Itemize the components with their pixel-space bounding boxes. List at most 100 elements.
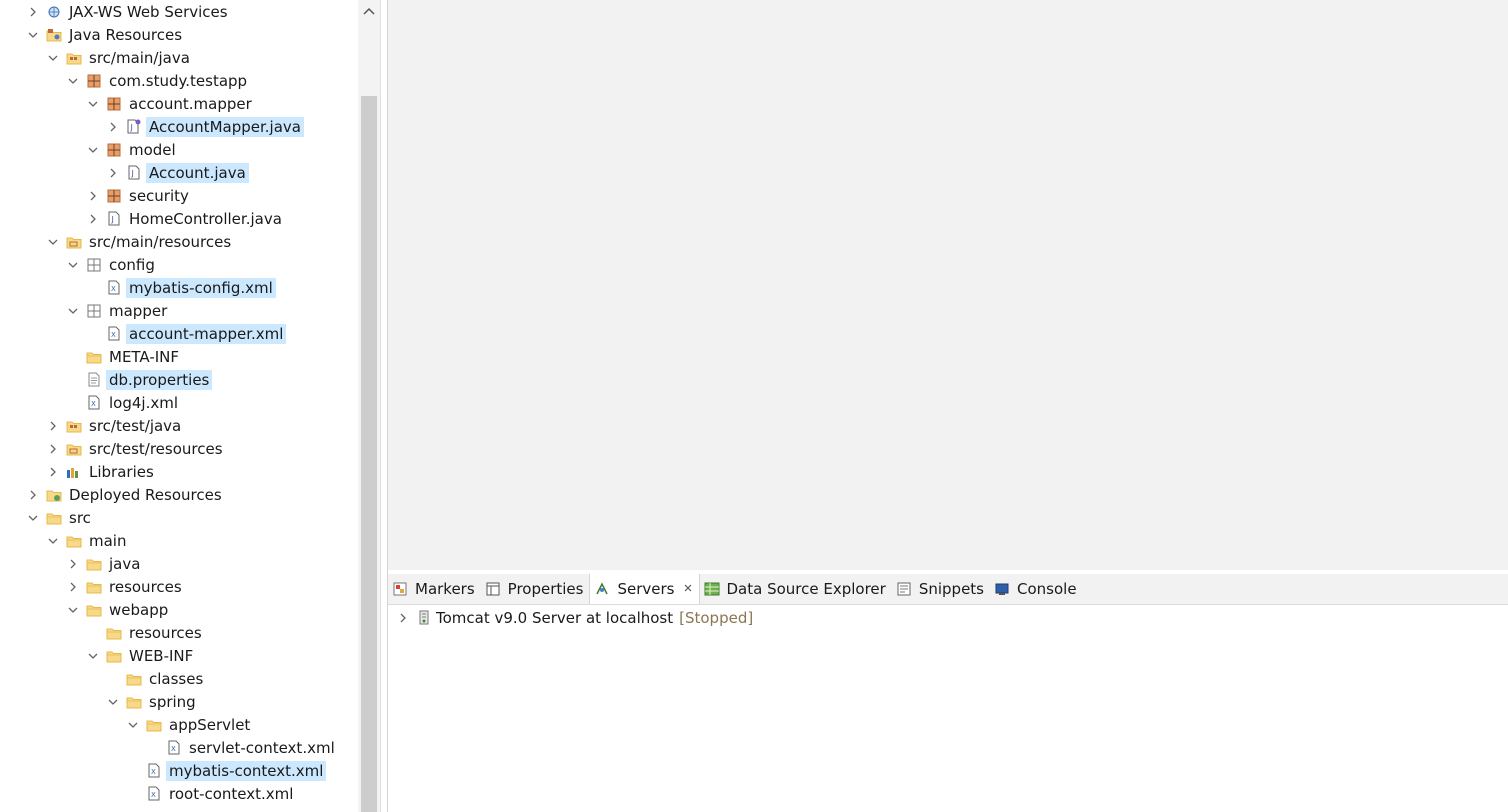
- chevron-down-icon[interactable]: [26, 28, 40, 42]
- tree-item[interactable]: src/main/java: [46, 46, 193, 69]
- tree-item[interactable]: mapper: [66, 299, 170, 322]
- tree-item[interactable]: WEB-INF: [86, 644, 196, 667]
- chevron-right-icon[interactable]: [106, 166, 120, 180]
- tree-item[interactable]: Xroot-context.xml: [126, 782, 296, 805]
- chevron-right-icon[interactable]: [46, 419, 60, 433]
- tree-item[interactable]: Xmybatis-config.xml: [86, 276, 276, 299]
- tree-item[interactable]: account.mapper: [86, 92, 255, 115]
- tree-item[interactable]: appServlet: [126, 713, 253, 736]
- tree-item-label: AccountMapper.java: [146, 116, 304, 137]
- tree-item[interactable]: Java Resources: [26, 23, 185, 46]
- servers-icon: [594, 581, 610, 597]
- chevron-right-icon[interactable]: [46, 442, 60, 456]
- close-icon[interactable]: [683, 582, 693, 596]
- server-status: [Stopped]: [679, 608, 754, 627]
- scrollbar-thumb[interactable]: [361, 96, 377, 812]
- tree-item[interactable]: src/main/resources: [46, 230, 234, 253]
- tree-item-label: mybatis-config.xml: [126, 277, 276, 298]
- tree-item[interactable]: Xaccount-mapper.xml: [86, 322, 287, 345]
- tree-item[interactable]: java: [66, 552, 143, 575]
- chevron-right-icon[interactable]: [86, 189, 100, 203]
- tree-item[interactable]: resources: [66, 575, 185, 598]
- svg-text:J: J: [111, 215, 114, 224]
- tree-item[interactable]: db.properties: [66, 368, 213, 391]
- tree-item[interactable]: Xlog4j.xml: [66, 391, 181, 414]
- tomcat-server-icon: [416, 610, 432, 626]
- tree-item-label: account-mapper.xml: [126, 323, 287, 344]
- svg-text:X: X: [91, 400, 96, 408]
- chevron-placeholder: [86, 281, 100, 295]
- tree-item[interactable]: security: [86, 184, 192, 207]
- chevron-down-icon[interactable]: [86, 649, 100, 663]
- chevron-down-icon[interactable]: [86, 143, 100, 157]
- chevron-right-icon[interactable]: [66, 580, 80, 594]
- tree-item[interactable]: J HomeController.java: [86, 207, 285, 230]
- tree-item[interactable]: J AccountMapper.java: [106, 115, 304, 138]
- tab-markers[interactable]: Markers: [388, 574, 481, 604]
- chevron-right-icon[interactable]: [66, 557, 80, 571]
- tree-item[interactable]: JAX-WS Web Services: [26, 0, 231, 23]
- chevron-right-icon[interactable]: [106, 120, 120, 134]
- chevron-down-icon[interactable]: [126, 718, 140, 732]
- tab-servers[interactable]: Servers: [589, 574, 700, 604]
- tab-label: Console: [1017, 580, 1077, 598]
- chevron-down-icon[interactable]: [66, 74, 80, 88]
- tree-item[interactable]: src/test/java: [46, 414, 184, 437]
- tree-item-label: log4j.xml: [109, 393, 179, 412]
- tab-properties[interactable]: Properties: [481, 574, 590, 604]
- chevron-right-icon[interactable]: [26, 5, 40, 19]
- chevron-right-icon[interactable]: [46, 465, 60, 479]
- webservice-icon: [46, 4, 62, 20]
- chevron-down-icon[interactable]: [46, 51, 60, 65]
- svg-text:X: X: [171, 745, 176, 753]
- tree-item[interactable]: spring: [106, 690, 199, 713]
- chevron-down-icon[interactable]: [46, 235, 60, 249]
- tree-item-label: spring: [149, 692, 196, 711]
- tree-item[interactable]: src/test/resources: [46, 437, 226, 460]
- tree-item-label: HomeController.java: [129, 209, 282, 228]
- libraries-icon: [66, 464, 82, 480]
- tree-item-label: src/main/java: [89, 48, 190, 67]
- chevron-right-icon[interactable]: [86, 212, 100, 226]
- chevron-right-icon[interactable]: [26, 488, 40, 502]
- chevron-placeholder: [66, 350, 80, 364]
- tree-item[interactable]: config: [66, 253, 158, 276]
- tab-label: Properties: [507, 580, 584, 598]
- chevron-down-icon[interactable]: [46, 534, 60, 548]
- tree-item[interactable]: src: [26, 506, 94, 529]
- tree-item[interactable]: J Account.java: [106, 161, 249, 184]
- tree-item[interactable]: Libraries: [46, 460, 157, 483]
- tree-item[interactable]: classes: [106, 667, 206, 690]
- scroll-up-arrow-icon[interactable]: [358, 0, 380, 22]
- tree-item[interactable]: Xmybatis-context.xml: [126, 759, 327, 782]
- server-row[interactable]: Tomcat v9.0 Server at localhost [Stopped]: [396, 606, 753, 629]
- chevron-down-icon[interactable]: [66, 304, 80, 318]
- tab-label: Data Source Explorer: [726, 580, 886, 598]
- chevron-down-icon[interactable]: [66, 603, 80, 617]
- tab-snippets[interactable]: Snippets: [892, 574, 990, 604]
- tab-console[interactable]: Console: [990, 574, 1083, 604]
- chevron-down-icon[interactable]: [26, 511, 40, 525]
- tree-item[interactable]: com.study.testapp: [66, 69, 250, 92]
- tree-item-label: JAX-WS Web Services: [69, 2, 228, 21]
- tree-item[interactable]: model: [86, 138, 179, 161]
- tree-item[interactable]: resources: [86, 621, 205, 644]
- explorer-scrollbar[interactable]: [358, 0, 380, 812]
- chevron-down-icon[interactable]: [66, 258, 80, 272]
- tree-item[interactable]: META-INF: [66, 345, 182, 368]
- tree-item[interactable]: main: [46, 529, 129, 552]
- tree-item[interactable]: webapp: [66, 598, 171, 621]
- folder-icon: [106, 625, 122, 641]
- tree-item[interactable]: Xservlet-context.xml: [146, 736, 338, 759]
- chevron-down-icon[interactable]: [106, 695, 120, 709]
- chevron-right-icon[interactable]: [396, 611, 410, 625]
- folder-icon: [86, 602, 102, 618]
- tree-item[interactable]: Deployed Resources: [26, 483, 225, 506]
- chevron-down-icon[interactable]: [86, 97, 100, 111]
- tree-item-label: mapper: [109, 301, 168, 320]
- package-icon: [106, 142, 122, 158]
- tab-data-source-explorer[interactable]: Data Source Explorer: [700, 574, 892, 604]
- chevron-placeholder: [86, 327, 100, 341]
- tree-item-label: com.study.testapp: [109, 71, 248, 90]
- view-separator[interactable]: [380, 0, 387, 812]
